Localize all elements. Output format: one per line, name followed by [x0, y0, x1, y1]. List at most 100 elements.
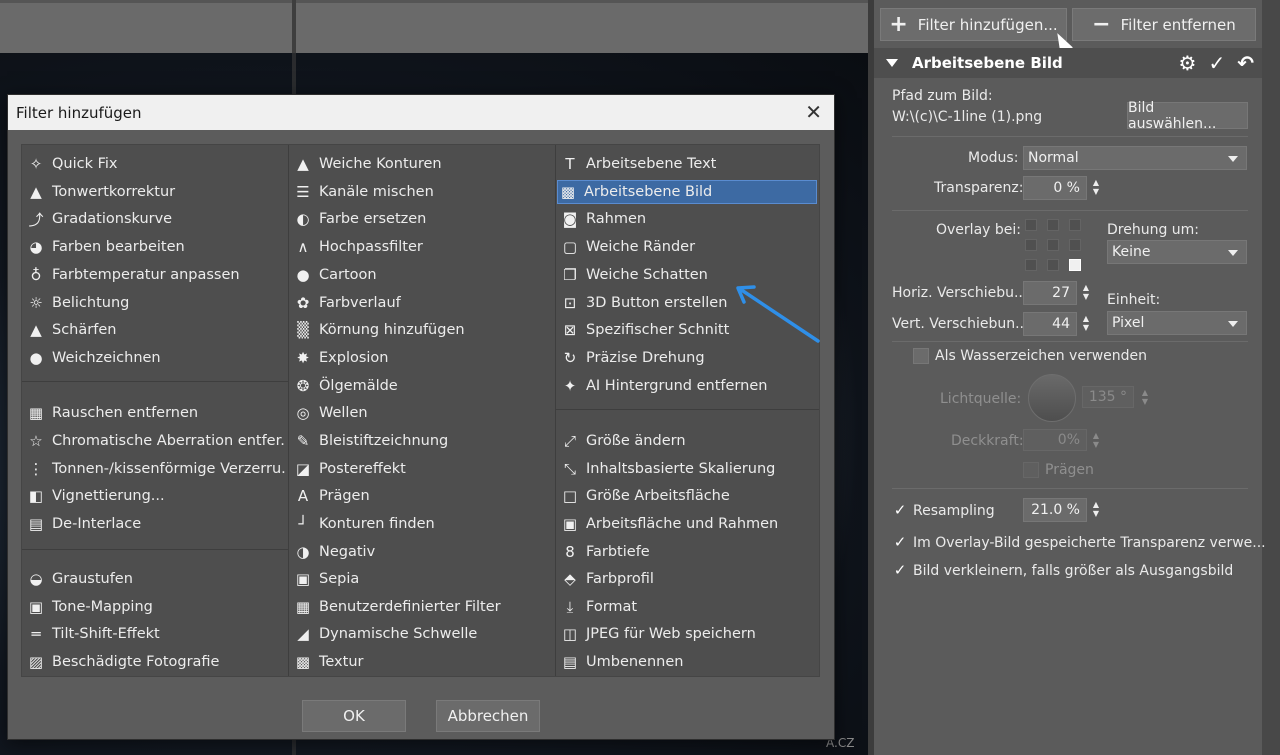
overlay-position-grid[interactable] — [1025, 219, 1085, 273]
vignettierung-icon: ◧ — [28, 487, 44, 505]
resampling-checkbox[interactable]: ✓ — [892, 501, 908, 519]
filter-item-sepia[interactable]: ▣ Sepia — [293, 567, 553, 591]
overlay-cell[interactable] — [1047, 259, 1059, 271]
overlay-cell[interactable] — [1025, 259, 1037, 271]
add-filter-button[interactable]: + Filter hinzufügen... — [880, 8, 1067, 41]
filter-item-farbtemperatur-anpassen[interactable]: ♁ Farbtemperatur anpassen — [26, 263, 286, 287]
filter-section-header[interactable]: Arbeitsebene Bild ⚙ ✓ ↶ — [874, 48, 1262, 78]
filter-item-prägen[interactable]: A Prägen — [293, 484, 553, 508]
enable-check-icon[interactable]: ✓ — [1208, 51, 1225, 75]
filter-item-farbe-ersetzen[interactable]: ◐ Farbe ersetzen — [293, 207, 553, 231]
overlay-cell[interactable] — [1047, 219, 1059, 231]
resampling-input[interactable]: 21.0 % — [1023, 498, 1087, 522]
opacity-input[interactable]: 0% — [1023, 429, 1087, 451]
filter-item-schärfen[interactable]: ▲ Schärfen — [26, 318, 286, 342]
filter-item-textur[interactable]: ▩ Textur — [293, 650, 553, 674]
filter-item-label: Vignettierung... — [52, 488, 165, 504]
filter-item-benutzerdefinierter-filter[interactable]: ▦ Benutzerdefinierter Filter — [293, 595, 553, 619]
filter-item-vignettierung[interactable]: ◧ Vignettierung... — [26, 484, 286, 508]
filter-item-jpeg-für-web-speichern[interactable]: ◫ JPEG für Web speichern — [560, 622, 820, 646]
filter-item-rauschen-entfernen[interactable]: ▦ Rauschen entfernen — [26, 401, 286, 425]
mode-select[interactable]: Normal — [1023, 146, 1247, 170]
gear-icon[interactable]: ⚙ — [1179, 51, 1197, 75]
resampling-stepper-icon[interactable]: ▲ ▼ — [1091, 500, 1101, 520]
canvas-split-divider — [292, 0, 296, 53]
filter-item-umbenennen[interactable]: ▤ Umbenennen — [560, 650, 820, 674]
ok-button[interactable]: OK — [302, 700, 406, 732]
filter-item-dynamische-schwelle[interactable]: ◢ Dynamische Schwelle — [293, 622, 553, 646]
overlay-cell[interactable] — [1025, 219, 1037, 231]
overlay-cell[interactable] — [1047, 239, 1059, 251]
filter-item-farben-bearbeiten[interactable]: ◕ Farben bearbeiten — [26, 235, 286, 259]
overlay-cell[interactable] — [1025, 239, 1037, 251]
filter-item-tilt-shift-effekt[interactable]: ═ Tilt-Shift-Effekt — [26, 622, 286, 646]
vshift-stepper-icon[interactable]: ▲ ▼ — [1081, 314, 1091, 334]
filter-item-beschädigte-fotografie[interactable]: ▨ Beschädigte Fotografie — [26, 650, 286, 674]
watermark-checkbox[interactable] — [913, 348, 929, 364]
filter-item-gradationskurve[interactable]: ⤴ Gradationskurve — [26, 207, 286, 231]
filter-item-rahmen[interactable]: ◙ Rahmen — [560, 207, 820, 231]
filter-item-tonwertkorrektur[interactable]: ▲ Tonwertkorrektur — [26, 180, 286, 204]
filter-item-inhaltsbasierte-skalierung[interactable]: ⤡ Inhaltsbasierte Skalierung — [560, 457, 820, 481]
light-stepper-icon[interactable]: ▲ ▼ — [1140, 388, 1150, 408]
collapse-triangle-icon[interactable] — [886, 59, 898, 67]
filter-item-label: Belichtung — [52, 295, 130, 311]
vshift-input[interactable]: 44 — [1023, 312, 1077, 336]
light-angle-input[interactable]: 135 ° — [1082, 386, 1134, 408]
overlay-cell[interactable] — [1069, 239, 1081, 251]
dialog-title-bar[interactable]: Filter hinzufügen ✕ — [8, 95, 834, 130]
filter-item-arbeitsebene-text[interactable]: T Arbeitsebene Text — [560, 152, 820, 176]
filter-item-farbprofil[interactable]: ⬘ Farbprofil — [560, 567, 820, 591]
rotation-select[interactable]: Keine — [1107, 240, 1247, 264]
choose-image-button[interactable]: Bild auswählen... — [1127, 100, 1248, 132]
emboss-checkbox[interactable] — [1023, 462, 1039, 478]
overlay-cell[interactable] — [1069, 219, 1081, 231]
filter-item-ai-hintergrund-entfernen[interactable]: ✦ AI Hintergrund entfernen — [560, 374, 820, 398]
filter-item-tone-mapping[interactable]: ▣ Tone-Mapping — [26, 595, 286, 619]
filter-item-arbeitsebene-bild[interactable]: ▩ Arbeitsebene Bild — [557, 180, 817, 204]
filter-item-quick-fix[interactable]: ✧ Quick Fix — [26, 152, 286, 176]
filter-item-tonnen-kissenförmige-verzerru[interactable]: ⋮ Tonnen-/kissenförmige Verzerru... — [26, 457, 287, 481]
filter-item-ölgemälde[interactable]: ❂ Ölgemälde — [293, 374, 553, 398]
cancel-button[interactable]: Abbrechen — [436, 700, 540, 732]
filter-item-größe-arbeitsfläche[interactable]: □ Größe Arbeitsfläche — [560, 484, 820, 508]
filter-item-belichtung[interactable]: ☼ Belichtung — [26, 291, 286, 315]
filter-item-farbverlauf[interactable]: ✿ Farbverlauf — [293, 291, 553, 315]
transparency-input[interactable]: 0 % — [1023, 176, 1087, 200]
filter-item-postereffekt[interactable]: ◪ Postereffekt — [293, 457, 553, 481]
shrink-checkbox[interactable]: ✓ — [892, 561, 908, 579]
filter-item-cartoon[interactable]: ● Cartoon — [293, 263, 553, 287]
overlay-cell-selected[interactable] — [1069, 259, 1081, 271]
filter-item-graustufen[interactable]: ◒ Graustufen — [26, 567, 286, 591]
filter-item-hochpassfilter[interactable]: ∧ Hochpassfilter — [293, 235, 553, 259]
arbeitsfläche-und-rahmen-icon: ▣ — [562, 515, 578, 533]
filter-item-format[interactable]: ⤓ Format — [560, 595, 820, 619]
filter-item-konturen-finden[interactable]: ┘ Konturen finden — [293, 512, 553, 536]
hshift-stepper-icon[interactable]: ▲ ▼ — [1081, 283, 1091, 303]
opacity-stepper-icon[interactable]: ▲ ▼ — [1091, 431, 1101, 451]
filter-item-explosion[interactable]: ✸ Explosion — [293, 346, 553, 370]
transparency-stepper-icon[interactable]: ▲ ▼ — [1091, 178, 1101, 198]
unit-select[interactable]: Pixel — [1107, 311, 1247, 335]
filter-item-präzise-drehung[interactable]: ↻ Präzise Drehung — [560, 346, 820, 370]
hshift-input[interactable]: 27 — [1023, 281, 1077, 305]
filter-item-chromatische-aberration-entfer[interactable]: ☆ Chromatische Aberration entfer... — [26, 429, 286, 453]
filter-item-körnung-hinzufügen[interactable]: ▒ Körnung hinzufügen — [293, 318, 553, 342]
close-icon[interactable]: ✕ — [805, 101, 822, 123]
filter-item-negativ[interactable]: ◑ Negativ — [293, 540, 553, 564]
filter-item-wellen[interactable]: ◎ Wellen — [293, 401, 553, 425]
overlay-transparency-checkbox[interactable]: ✓ — [892, 533, 908, 551]
filter-item-größe-ändern[interactable]: ⤢ Größe ändern — [560, 429, 820, 453]
filter-item-farbtiefe[interactable]: 8 Farbtiefe — [560, 540, 820, 564]
light-direction-knob[interactable] — [1028, 374, 1076, 422]
remove-filter-button[interactable]: − Filter entfernen — [1072, 8, 1256, 41]
filter-item-weiche-ränder[interactable]: ▢ Weiche Ränder — [560, 235, 820, 259]
filter-item-weichzeichnen[interactable]: ● Weichzeichnen — [26, 346, 286, 370]
filter-item-de-interlace[interactable]: ▤ De-Interlace — [26, 512, 286, 536]
filter-item-weiche-konturen[interactable]: ▲ Weiche Konturen — [293, 152, 553, 176]
filter-item-kanäle-mischen[interactable]: ☰ Kanäle mischen — [293, 180, 553, 204]
filter-item-bleistiftzeichnung[interactable]: ✎ Bleistiftzeichnung — [293, 429, 553, 453]
filter-item-arbeitsfläche-und-rahmen[interactable]: ▣ Arbeitsfläche und Rahmen — [560, 512, 820, 536]
undo-arrow-icon[interactable]: ↶ — [1237, 51, 1254, 75]
sepia-icon: ▣ — [295, 570, 311, 588]
